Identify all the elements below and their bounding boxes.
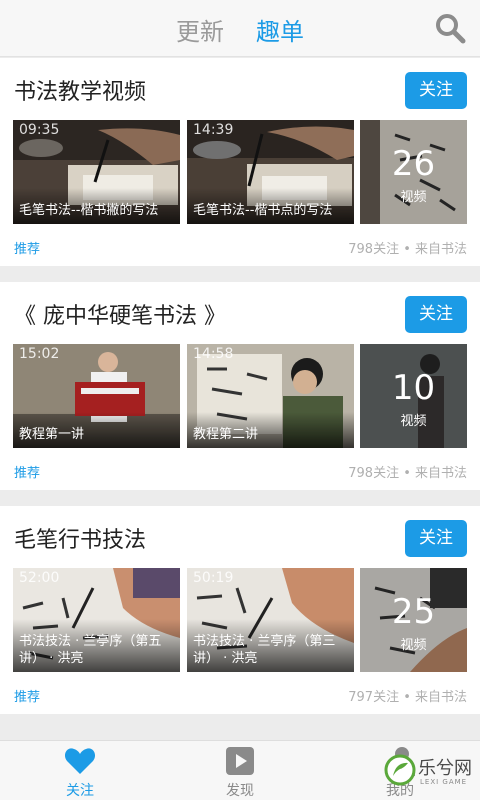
video-count-label: 视频 — [400, 414, 427, 429]
video-title: 书法技法 · 兰亭序（第三讲） · 洪亮 — [187, 619, 354, 672]
video-thumbnail[interactable]: 52:00 书法技法 · 兰亭序（第五讲） · 洪亮 — [13, 568, 180, 672]
follow-button[interactable]: 关注 — [405, 520, 467, 557]
video-thumbnail[interactable]: 09:35 毛笔书法--楷书撇的写法 — [13, 120, 180, 224]
playlist-card[interactable]: 书法教学视频 关注 09:35 毛笔书法--楷书撇的写法 14:39 毛笔书法-… — [0, 58, 480, 266]
video-duration: 50:19 — [193, 570, 234, 586]
tab-lists[interactable]: 趣单 — [256, 12, 304, 47]
video-title: 毛笔书法--楷书撇的写法 — [13, 188, 180, 224]
playlist-title: 毛笔行书技法 — [14, 528, 147, 553]
video-title: 教程第一讲 — [13, 412, 180, 448]
follow-button[interactable]: 关注 — [405, 72, 467, 109]
nav-label: 发现 — [226, 783, 254, 799]
nav-follow[interactable]: 关注 — [0, 741, 160, 800]
nav-discover[interactable]: 发现 — [160, 741, 320, 800]
watermark-subtext: LEXI GAME — [420, 778, 468, 786]
playlist-card[interactable]: 毛笔行书技法 关注 52:00 书法技法 · 兰亭序（第五讲） · 洪亮 50:… — [0, 506, 480, 714]
heart-icon — [64, 748, 96, 774]
video-title: 教程第二讲 — [187, 412, 354, 448]
video-count-label: 视频 — [400, 638, 427, 653]
video-thumbnail[interactable]: 15:02 教程第一讲 — [13, 344, 180, 448]
video-duration: 52:00 — [19, 570, 60, 586]
recommend-tag[interactable]: 推荐 — [14, 462, 40, 481]
playlist-meta: 798关注 • 来自书法 — [348, 242, 467, 257]
nav-label: 关注 — [66, 783, 94, 799]
video-thumbnail[interactable]: 50:19 书法技法 · 兰亭序（第三讲） · 洪亮 — [187, 568, 354, 672]
playlist-card[interactable]: 《 庞中华硬笔书法 》 关注 15:02 教程第一讲 14:58 教程第二讲 1… — [0, 282, 480, 490]
video-title: 毛笔书法--楷书点的写法 — [187, 188, 354, 224]
recommend-tag[interactable]: 推荐 — [14, 686, 40, 705]
video-duration: 09:35 — [19, 122, 60, 138]
top-bar: 更新 趣单 — [0, 0, 480, 57]
watermark-text: 乐兮网 — [418, 758, 472, 779]
video-duration: 15:02 — [19, 346, 60, 362]
watermark-logo-icon — [384, 754, 416, 786]
search-icon[interactable] — [434, 12, 466, 44]
more-videos-tile[interactable]: 25 视频 — [360, 568, 467, 672]
video-duration: 14:39 — [193, 122, 234, 138]
playlist-meta: 798关注 • 来自书法 — [348, 466, 467, 481]
watermark: 乐兮网 LEXI GAME — [382, 748, 478, 796]
video-thumbnail[interactable]: 14:58 教程第二讲 — [187, 344, 354, 448]
video-thumbnail[interactable]: 14:39 毛笔书法--楷书点的写法 — [187, 120, 354, 224]
more-videos-tile[interactable]: 26 视频 — [360, 120, 467, 224]
video-count: 10 — [391, 368, 436, 408]
tab-updates[interactable]: 更新 — [176, 12, 224, 47]
video-title: 书法技法 · 兰亭序（第五讲） · 洪亮 — [13, 619, 180, 672]
playlist-title: 《 庞中华硬笔书法 》 — [14, 304, 226, 329]
play-icon — [226, 747, 254, 775]
video-duration: 14:58 — [193, 346, 234, 362]
more-videos-tile[interactable]: 10 视频 — [360, 344, 467, 448]
playlist-meta: 797关注 • 来自书法 — [348, 690, 467, 705]
recommend-tag[interactable]: 推荐 — [14, 238, 40, 257]
video-count-label: 视频 — [400, 190, 427, 205]
video-count: 25 — [391, 592, 436, 632]
follow-button[interactable]: 关注 — [405, 296, 467, 333]
playlist-title: 书法教学视频 — [14, 80, 147, 105]
video-count: 26 — [391, 144, 436, 184]
